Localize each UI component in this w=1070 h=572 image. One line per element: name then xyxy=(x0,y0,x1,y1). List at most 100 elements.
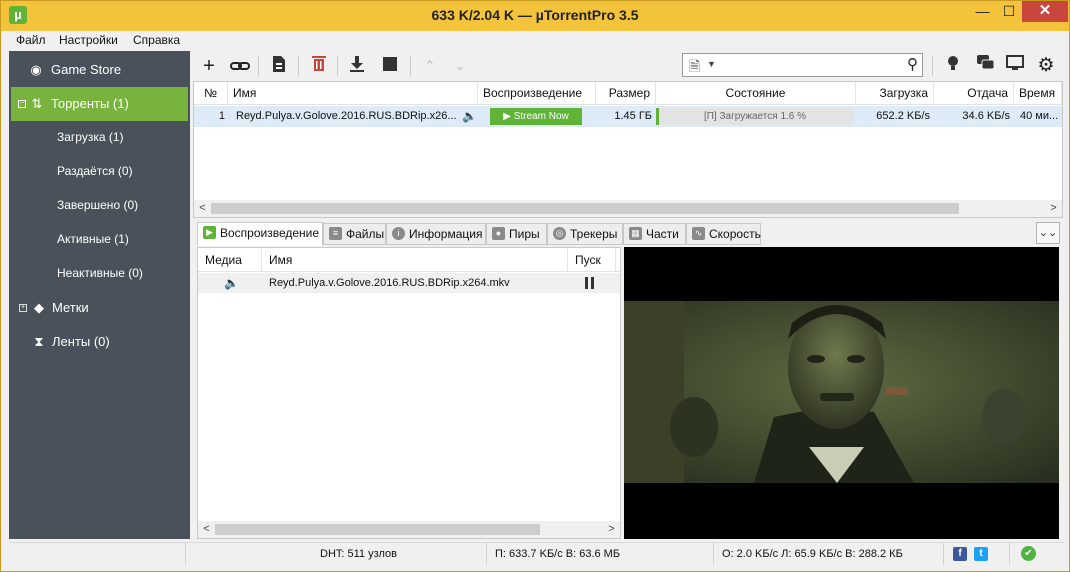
connection-ok-icon[interactable]: ✔ xyxy=(1021,546,1036,561)
torrent-progress-bar: [П] Загружается 1.6 % xyxy=(656,108,854,125)
move-up-icon[interactable]: ⌃ xyxy=(419,55,441,77)
toolbar-separator xyxy=(410,56,411,76)
video-frame-image xyxy=(624,301,1059,483)
add-link-icon[interactable] xyxy=(229,55,251,77)
remove-icon[interactable] xyxy=(308,55,330,77)
media-row[interactable]: 🔈 Reyd.Pulya.v.Golove.2016.RUS.BDRip.x26… xyxy=(198,273,620,293)
menu-file[interactable]: Файл xyxy=(16,33,46,47)
column-status[interactable]: Состояние xyxy=(656,82,856,105)
torrent-number: 1 xyxy=(218,110,225,122)
sidebar-item-active[interactable]: Активные (1) xyxy=(9,222,190,256)
horizontal-scrollbar[interactable]: < > xyxy=(194,200,1062,217)
info-icon: i xyxy=(392,227,405,240)
chat-icon[interactable] xyxy=(975,55,997,77)
sidebar: ◉ Game Store − ⇅ Торренты (1) Загрузка (… xyxy=(9,51,190,539)
facebook-icon[interactable]: f xyxy=(953,547,967,561)
media-name: Reyd.Pulya.v.Golove.2016.RUS.BDRip.x264.… xyxy=(269,277,510,289)
sidebar-item-labels[interactable]: + ◆ Метки xyxy=(9,291,190,325)
torrent-time: 40 ми... xyxy=(1020,110,1059,122)
torrents-arrows-icon: ⇅ xyxy=(31,96,43,111)
scroll-left-icon[interactable]: < xyxy=(194,200,211,217)
remote-icon[interactable] xyxy=(1004,55,1026,77)
collapse-panel-button[interactable]: ⌄⌄ xyxy=(1036,222,1060,244)
menu-help[interactable]: Справка xyxy=(133,33,180,47)
column-media-name[interactable]: Имя xyxy=(262,248,568,272)
expand-icon[interactable]: + xyxy=(19,304,27,312)
sidebar-item-inactive[interactable]: Неактивные (0) xyxy=(9,256,190,290)
detail-tabs: ▶ Воспроизведение ≡ Файлы i Информация ●… xyxy=(193,222,1063,246)
search-input[interactable]: 🗎 ▼ ⚲ xyxy=(682,53,923,77)
tab-speed[interactable]: ∿ Скорость xyxy=(686,223,761,245)
tab-info[interactable]: i Информация xyxy=(386,223,486,245)
create-torrent-icon[interactable] xyxy=(268,55,290,77)
close-button[interactable]: ✕ xyxy=(1022,1,1068,22)
tab-label: Файлы xyxy=(346,227,385,241)
tab-label: Трекеры xyxy=(570,227,618,241)
upload-status-text: О: 2.0 KБ/с Л: 65.9 KБ/с В: 288.2 КБ xyxy=(722,548,903,560)
media-list-header: Медиа Имя Пуск xyxy=(198,248,620,272)
toolbar-separator xyxy=(337,56,338,76)
bulb-icon[interactable] xyxy=(942,55,964,77)
speaker-icon[interactable]: 🔈 xyxy=(462,106,476,127)
sidebar-item-label: Загрузка (1) xyxy=(57,130,124,144)
maximize-button[interactable]: ☐ xyxy=(996,1,1022,22)
scrollbar-thumb[interactable] xyxy=(215,524,540,535)
app-window: µ 633 K/2.04 K — µTorrentPro 3.5 — ☐ ✕ Ф… xyxy=(0,0,1070,572)
sidebar-item-feeds[interactable]: ⧗ Ленты (0) xyxy=(9,325,190,359)
twitter-icon[interactable]: t xyxy=(974,547,988,561)
tab-label: Пиры xyxy=(509,227,540,241)
chevron-down-icon[interactable]: ▼ xyxy=(707,59,716,69)
collapse-icon[interactable]: − xyxy=(18,100,26,108)
scrollbar-thumb[interactable] xyxy=(211,203,959,214)
stream-now-button[interactable]: ▶ Stream Now xyxy=(490,108,582,125)
settings-icon[interactable]: ⚙ xyxy=(1035,55,1057,77)
tab-label: Воспроизведение xyxy=(220,226,320,240)
sidebar-item-torrents[interactable]: − ⇅ Торренты (1) xyxy=(11,87,188,121)
column-number[interactable]: № xyxy=(194,82,228,105)
scroll-left-icon[interactable]: < xyxy=(198,521,215,538)
sidebar-item-label: Раздаётся (0) xyxy=(57,164,133,178)
column-name[interactable]: Имя xyxy=(228,82,478,105)
add-torrent-icon[interactable]: + xyxy=(198,55,220,77)
minimize-button[interactable]: — xyxy=(969,1,996,22)
media-horizontal-scrollbar[interactable]: < > xyxy=(198,521,620,538)
column-size[interactable]: Размер xyxy=(596,82,656,105)
tab-label: Информация xyxy=(409,227,483,241)
scroll-right-icon[interactable]: > xyxy=(1045,200,1062,217)
pause-icon[interactable] xyxy=(585,277,594,289)
double-chevron-down-icon: ⌄⌄ xyxy=(1038,227,1058,239)
column-playback[interactable]: Воспроизведение xyxy=(478,82,596,105)
start-download-icon[interactable] xyxy=(346,55,368,77)
search-icon[interactable]: ⚲ xyxy=(907,55,918,73)
tab-peers[interactable]: ● Пиры xyxy=(486,223,547,245)
sidebar-item-completed[interactable]: Завершено (0) xyxy=(9,188,190,222)
column-download[interactable]: Загрузка xyxy=(856,82,934,105)
torrent-size: 1.45 ГБ xyxy=(614,110,652,122)
trackers-icon: ◎ xyxy=(553,227,566,240)
column-upload[interactable]: Отдача xyxy=(934,82,1014,105)
torrent-row[interactable]: 1 Reyd.Pulya.v.Golove.2016.RUS.BDRip.x26… xyxy=(194,106,1062,127)
sidebar-item-label: Неактивные (0) xyxy=(57,266,143,280)
tab-files[interactable]: ≡ Файлы xyxy=(323,223,386,245)
scroll-right-icon[interactable]: > xyxy=(603,521,620,538)
video-player[interactable] xyxy=(624,247,1059,539)
column-media[interactable]: Медиа xyxy=(198,248,262,272)
sidebar-item-downloading[interactable]: Загрузка (1) xyxy=(9,120,190,154)
sidebar-item-label: Ленты (0) xyxy=(52,334,110,349)
move-down-icon[interactable]: ⌄ xyxy=(449,55,471,77)
sidebar-item-game-store[interactable]: ◉ Game Store xyxy=(9,53,190,87)
menu-bar: Файл Настройки Справка xyxy=(1,31,1069,50)
menu-settings[interactable]: Настройки xyxy=(59,33,118,47)
tab-playback[interactable]: ▶ Воспроизведение xyxy=(197,222,323,246)
tab-pieces[interactable]: ▦ Части xyxy=(623,223,686,245)
column-time[interactable]: Время xyxy=(1014,82,1062,105)
stop-icon[interactable] xyxy=(379,55,401,77)
toolbar: + ⌃ ⌄ 🗎 ▼ ⚲ ⚙ xyxy=(192,51,1064,81)
sidebar-item-seeding[interactable]: Раздаётся (0) xyxy=(9,154,190,188)
tab-trackers[interactable]: ◎ Трекеры xyxy=(547,223,623,245)
torrent-list: № Имя Воспроизведение Размер Состояние З… xyxy=(193,81,1063,218)
torrent-download-speed: 652.2 KБ/s xyxy=(876,110,930,122)
sidebar-item-label: Метки xyxy=(52,300,89,315)
column-play[interactable]: Пуск xyxy=(568,248,616,272)
document-icon: 🗎 xyxy=(689,58,701,74)
